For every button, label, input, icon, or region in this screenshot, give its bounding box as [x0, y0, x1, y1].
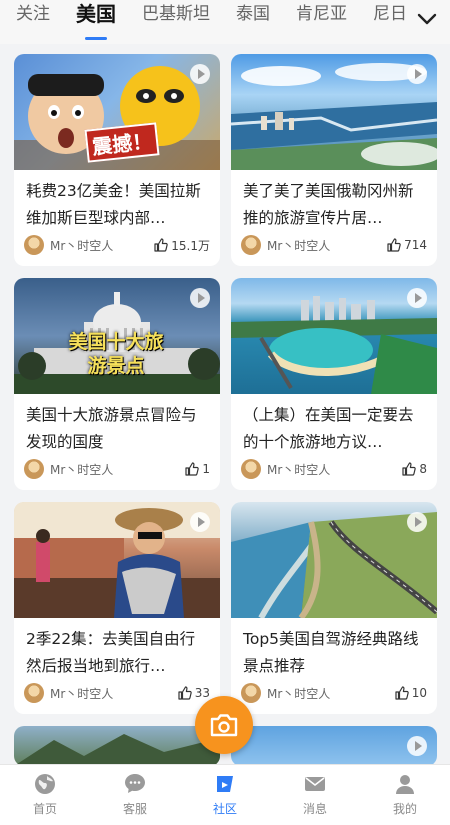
author-name[interactable]: Mr丶时空人 [267, 237, 387, 254]
tab-pakistan[interactable]: 巴基斯坦 [142, 0, 210, 44]
nav-service[interactable]: 客服 [100, 771, 170, 817]
play-icon [190, 64, 210, 84]
tab-niger[interactable]: 尼日 [373, 0, 407, 44]
chat-icon [100, 771, 170, 797]
author-name[interactable]: Mr丶时空人 [267, 461, 402, 478]
video-feed[interactable]: 震撼！ 耗费23亿美金！美国拉斯维加斯巨型球内部… Mr丶时空人 15.1万 美… [0, 44, 450, 764]
video-thumbnail[interactable] [231, 726, 437, 764]
globe-icon [10, 771, 80, 797]
nav-home[interactable]: 首页 [10, 771, 80, 817]
video-card[interactable]: （上集）在美国一定要去的十个旅游地方议… Mr丶时空人 8 [231, 278, 437, 490]
video-thumbnail[interactable] [231, 278, 437, 394]
nav-label: 消息 [302, 802, 327, 816]
author-name[interactable]: Mr丶时空人 [50, 685, 178, 702]
card-meta: Mr丶时空人 10 [241, 682, 427, 704]
thumbs-up-icon [178, 686, 192, 700]
card-meta: Mr丶时空人 714 [241, 234, 427, 256]
mail-icon [280, 771, 350, 797]
thumbs-up-icon [395, 686, 409, 700]
like-count: 1 [202, 462, 210, 476]
avatar[interactable] [241, 235, 261, 255]
tab-usa[interactable]: 美国 [76, 0, 116, 44]
play-icon [407, 288, 427, 308]
play-icon [190, 512, 210, 532]
play-icon [407, 736, 427, 756]
thumbnail-caption: 美国十大旅游景点 [68, 331, 164, 377]
author-name[interactable]: Mr丶时空人 [267, 685, 395, 702]
video-thumbnail[interactable] [14, 502, 220, 618]
nav-profile[interactable]: 我的 [370, 771, 440, 817]
avatar[interactable] [241, 459, 261, 479]
avatar[interactable] [24, 683, 44, 703]
nav-label: 首页 [32, 802, 57, 816]
video-thumbnail[interactable] [231, 54, 437, 170]
community-icon [190, 771, 260, 797]
like-count: 8 [419, 462, 427, 476]
card-meta: Mr丶时空人 8 [241, 458, 427, 480]
play-icon [407, 512, 427, 532]
thumbs-up-icon [402, 462, 417, 476]
author-name[interactable]: Mr丶时空人 [50, 237, 154, 254]
tab-kenya[interactable]: 肯尼亚 [296, 0, 347, 44]
video-title[interactable]: 美了美了美国俄勒冈州新推的旅游宣传片居… [231, 170, 437, 234]
like-count: 714 [404, 238, 427, 252]
chevron-down-icon[interactable] [416, 8, 438, 30]
nav-label: 社区 [212, 802, 237, 816]
avatar[interactable] [24, 235, 44, 255]
play-icon [407, 64, 427, 84]
avatar[interactable] [241, 683, 261, 703]
video-card[interactable] [14, 726, 220, 764]
video-thumbnail[interactable] [231, 502, 437, 618]
tab-follow[interactable]: 关注 [16, 0, 50, 44]
video-card[interactable]: 2季22集：去美国自由行然后报当地到旅行… Mr丶时空人 33 [14, 502, 220, 714]
thumbs-up-icon [387, 238, 401, 252]
like-button[interactable]: 1 [185, 462, 210, 476]
thumbs-up-icon [154, 238, 169, 252]
author-name[interactable]: Mr丶时空人 [50, 461, 185, 478]
video-thumbnail[interactable]: 美国十大旅游景点 [14, 278, 220, 394]
like-button[interactable]: 15.1万 [154, 237, 210, 254]
user-icon [370, 771, 440, 797]
card-meta: Mr丶时空人 33 [24, 682, 210, 704]
avatar[interactable] [24, 459, 44, 479]
video-title[interactable]: 2季22集：去美国自由行然后报当地到旅行… [14, 618, 220, 682]
nav-label: 客服 [122, 802, 147, 816]
like-button[interactable]: 8 [402, 462, 427, 476]
video-card[interactable]: 震撼！ 耗费23亿美金！美国拉斯维加斯巨型球内部… Mr丶时空人 15.1万 [14, 54, 220, 266]
video-title[interactable]: 耗费23亿美金！美国拉斯维加斯巨型球内部… [14, 170, 220, 234]
video-title[interactable]: Top5美国自驾游经典路线景点推荐 [231, 618, 437, 682]
like-button[interactable]: 33 [178, 686, 210, 700]
video-thumbnail[interactable] [14, 726, 220, 764]
video-card[interactable] [231, 726, 437, 764]
video-card[interactable]: 美了美了美国俄勒冈州新推的旅游宣传片居… Mr丶时空人 714 [231, 54, 437, 266]
category-tabs: 关注 美国 巴基斯坦 泰国 肯尼亚 尼日 [0, 0, 450, 44]
nav-messages[interactable]: 消息 [280, 771, 350, 817]
play-icon [190, 288, 210, 308]
thumbs-up-icon [185, 462, 200, 476]
camera-post-button[interactable] [195, 696, 253, 754]
like-button[interactable]: 10 [395, 686, 427, 700]
tab-thailand[interactable]: 泰国 [236, 0, 270, 44]
like-count: 15.1万 [171, 238, 210, 253]
video-card[interactable]: 美国十大旅游景点 美国十大旅游景点冒险与发现的国度 Mr丶时空人 1 [14, 278, 220, 490]
video-card[interactable]: Top5美国自驾游经典路线景点推荐 Mr丶时空人 10 [231, 502, 437, 714]
nav-community[interactable]: 社区 [190, 771, 260, 817]
video-title[interactable]: 美国十大旅游景点冒险与发现的国度 [14, 394, 220, 458]
bottom-nav: 首页 客服 社区 消息 我的 [0, 764, 450, 825]
like-count: 10 [411, 686, 427, 700]
like-button[interactable]: 714 [387, 238, 427, 252]
like-count: 33 [194, 686, 210, 700]
card-meta: Mr丶时空人 1 [24, 458, 210, 480]
card-meta: Mr丶时空人 15.1万 [24, 234, 210, 256]
nav-label: 我的 [392, 802, 417, 816]
camera-icon [210, 714, 238, 737]
video-title[interactable]: （上集）在美国一定要去的十个旅游地方议… [231, 394, 437, 458]
video-thumbnail[interactable]: 震撼！ [14, 54, 220, 170]
